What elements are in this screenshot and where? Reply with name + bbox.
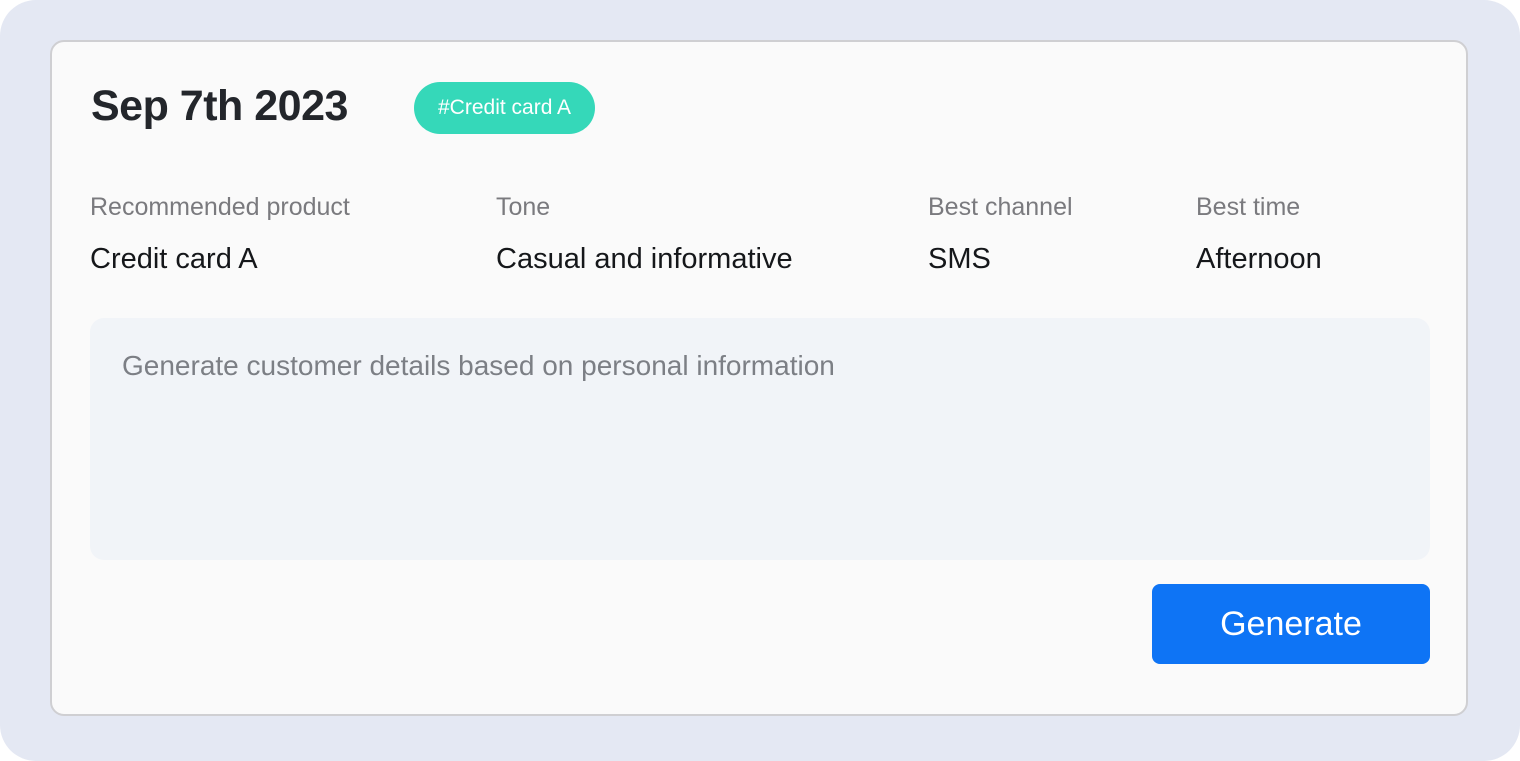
info-value: Credit card A <box>90 243 258 275</box>
generate-button[interactable]: Generate <box>1152 584 1430 664</box>
recommendation-card: Sep 7th 2023 #Credit card A Recommended … <box>50 40 1468 716</box>
info-label: Best time <box>1196 193 1301 221</box>
product-tag[interactable]: #Credit card A <box>414 82 596 134</box>
prompt-placeholder: Generate customer details based on perso… <box>122 350 835 381</box>
card-date: Sep 7th 2023 <box>91 82 348 130</box>
prompt-input[interactable]: Generate customer details based on perso… <box>90 318 1430 560</box>
info-value: SMS <box>928 243 991 275</box>
info-value: Casual and informative <box>496 243 793 275</box>
info-value: Afternoon <box>1196 243 1322 275</box>
info-label: Tone <box>496 193 551 221</box>
info-best-time: Best time Afternoon <box>1196 192 1322 276</box>
info-best-channel: Best channel SMS <box>928 192 1073 276</box>
page-background: Sep 7th 2023 #Credit card A Recommended … <box>0 0 1520 761</box>
info-tone: Tone Casual and informative <box>496 192 793 276</box>
info-label: Recommended product <box>90 193 350 221</box>
info-recommended-product: Recommended product Credit card A <box>90 192 350 276</box>
info-label: Best channel <box>928 193 1073 221</box>
